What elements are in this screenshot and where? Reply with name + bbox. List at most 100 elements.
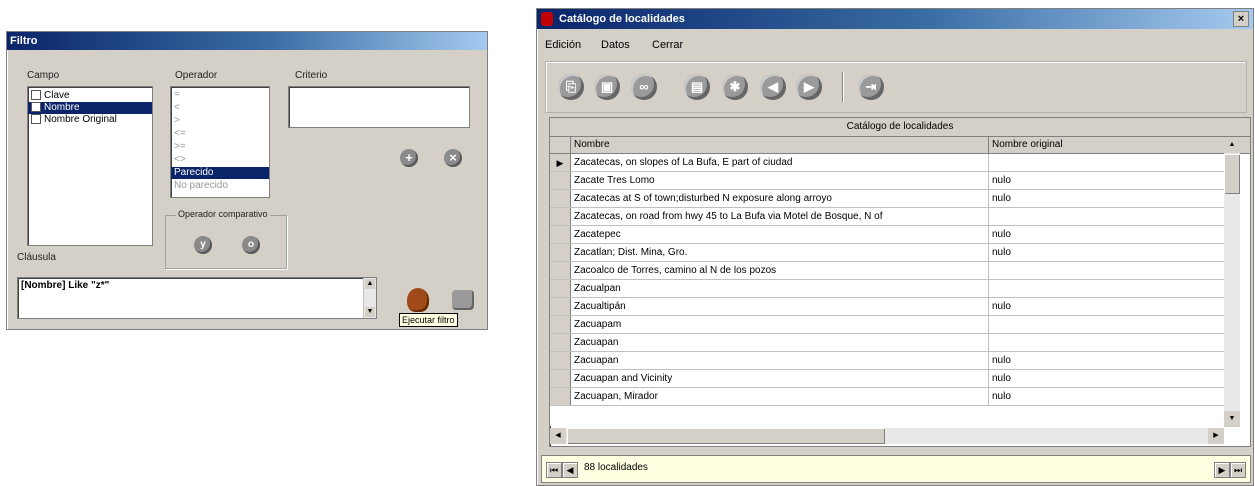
column-header-nombre[interactable]: Nombre [574, 136, 610, 154]
table-row[interactable]: Zacuapan [550, 334, 1224, 352]
checkbox[interactable] [31, 90, 41, 101]
menu-datos[interactable]: Datos [601, 39, 630, 51]
scroll-up-button[interactable]: ▲ [1224, 137, 1240, 153]
or-icon[interactable]: o [242, 236, 260, 254]
table-row[interactable]: Zacuapam [550, 316, 1224, 334]
table-row[interactable]: Zacuapan and Vicinity nulo [550, 370, 1224, 388]
vertical-scrollbar[interactable]: ▲ ▼ [1224, 137, 1240, 427]
cell-original[interactable]: nulo [992, 370, 1222, 388]
campo-item[interactable]: ✓ Nombre [28, 102, 152, 114]
save-icon[interactable]: ▣ [594, 74, 620, 100]
operador-item[interactable]: > [171, 115, 269, 127]
first-record-button[interactable]: ⏮ [546, 462, 562, 478]
close-button[interactable]: × [1233, 11, 1249, 27]
exit-icon[interactable]: ⇥ [858, 74, 884, 100]
row-indicator[interactable] [550, 190, 571, 208]
campo-item[interactable]: Nombre Original [28, 114, 152, 126]
clausula-scrollbar[interactable]: ▲ ▼ [363, 278, 376, 318]
copy-icon[interactable]: ⎘ [558, 74, 584, 100]
book-icon[interactable]: ▤ [684, 74, 710, 100]
cell-nombre[interactable]: Zacuapan and Vicinity [574, 370, 984, 388]
campo-item[interactable]: Clave [28, 90, 152, 102]
add-condition-icon[interactable]: + [400, 149, 418, 167]
back-icon[interactable]: ◀ [760, 74, 786, 100]
and-icon[interactable]: y [194, 236, 212, 254]
row-indicator[interactable] [550, 298, 571, 316]
table-row[interactable]: ▶ Zacatecas, on slopes of La Bufa, E part… [550, 154, 1224, 172]
cell-original[interactable] [992, 208, 1222, 226]
cell-original[interactable]: nulo [992, 352, 1222, 370]
next-record-button[interactable]: ▶ [1214, 462, 1230, 478]
row-indicator[interactable] [550, 334, 571, 352]
cell-original[interactable]: nulo [992, 226, 1222, 244]
table-row[interactable]: Zacuapan nulo [550, 352, 1224, 370]
filter-icon[interactable]: ✱ [722, 74, 748, 100]
menu-edicion[interactable]: Edición [545, 39, 581, 51]
row-indicator[interactable]: ▶ [550, 154, 571, 172]
exit-icon[interactable] [452, 290, 474, 310]
operador-item[interactable]: >= [171, 141, 269, 153]
checkbox[interactable]: ✓ [31, 102, 41, 113]
clausula-textarea[interactable]: [Nombre] Like "z*" ▲ ▼ [17, 277, 377, 319]
cell-nombre[interactable]: Zacatecas at S of town;disturbed N expos… [574, 190, 984, 208]
run-filter-icon[interactable] [407, 288, 429, 312]
operador-item[interactable]: Parecido [171, 167, 269, 179]
remove-condition-icon[interactable]: × [444, 149, 462, 167]
scroll-thumb[interactable] [1224, 154, 1240, 194]
cell-nombre[interactable]: Zacatecas, on road from hwy 45 to La Buf… [574, 208, 984, 226]
operador-item[interactable]: <= [171, 128, 269, 140]
operador-item[interactable]: = [171, 89, 269, 101]
link-icon[interactable]: ∞ [631, 74, 657, 100]
row-indicator[interactable] [550, 226, 571, 244]
row-indicator[interactable] [550, 280, 571, 298]
cell-nombre[interactable]: Zacuapan, Mirador [574, 388, 984, 406]
scroll-down-button[interactable]: ▼ [1224, 411, 1240, 427]
cell-original[interactable]: nulo [992, 388, 1222, 406]
row-indicator[interactable] [550, 352, 571, 370]
row-indicator[interactable] [550, 262, 571, 280]
scroll-left-button[interactable]: ◀ [550, 428, 566, 444]
horizontal-scrollbar[interactable]: ◀ ▶ [550, 428, 1224, 444]
cell-original[interactable]: nulo [992, 244, 1222, 262]
cell-original[interactable] [992, 316, 1222, 334]
prev-record-button[interactable]: ◀ [562, 462, 578, 478]
column-header-original[interactable]: Nombre original [992, 136, 1063, 154]
cell-original[interactable]: nulo [992, 190, 1222, 208]
row-indicator[interactable] [550, 244, 571, 262]
table-row[interactable]: Zacualpan [550, 280, 1224, 298]
cell-nombre[interactable]: Zacatlan; Dist. Mina, Gro. [574, 244, 984, 262]
cell-original[interactable] [992, 262, 1222, 280]
operador-item[interactable]: <> [171, 154, 269, 166]
table-row[interactable]: Zacate Tres Lomo nulo [550, 172, 1224, 190]
cell-original[interactable]: nulo [992, 172, 1222, 190]
table-row[interactable]: Zacualtipán nulo [550, 298, 1224, 316]
table-row[interactable]: Zacatlan; Dist. Mina, Gro. nulo [550, 244, 1224, 262]
checkbox[interactable] [31, 114, 41, 125]
operador-item[interactable]: < [171, 102, 269, 114]
cell-nombre[interactable]: Zacuapan [574, 334, 984, 352]
cell-original[interactable] [992, 334, 1222, 352]
table-row[interactable]: Zacatecas, on road from hwy 45 to La Buf… [550, 208, 1224, 226]
cell-nombre[interactable]: Zacualtipán [574, 298, 984, 316]
row-indicator[interactable] [550, 388, 571, 406]
table-row[interactable]: Zacuapan, Mirador nulo [550, 388, 1224, 406]
table-row[interactable]: Zacatecas at S of town;disturbed N expos… [550, 190, 1224, 208]
cell-nombre[interactable]: Zacate Tres Lomo [574, 172, 984, 190]
menu-cerrar[interactable]: Cerrar [652, 39, 683, 51]
row-indicator[interactable] [550, 370, 571, 388]
cell-original[interactable] [992, 154, 1222, 172]
last-record-button[interactable]: ⏭ [1230, 462, 1246, 478]
cell-nombre[interactable]: Zacatecas, on slopes of La Bufa, E part … [574, 154, 984, 172]
table-row[interactable]: Zacatepec nulo [550, 226, 1224, 244]
row-indicator[interactable] [550, 172, 571, 190]
campo-list[interactable]: Clave ✓ Nombre Nombre Original [27, 86, 153, 246]
scroll-right-button[interactable]: ▶ [1208, 428, 1224, 444]
criterio-input[interactable] [288, 86, 470, 128]
hscroll-thumb[interactable] [567, 428, 885, 444]
table-row[interactable]: Zacoalco de Torres, camino al N de los p… [550, 262, 1224, 280]
cell-nombre[interactable]: Zacuapan [574, 352, 984, 370]
cell-original[interactable]: nulo [992, 298, 1222, 316]
cell-nombre[interactable]: Zacualpan [574, 280, 984, 298]
operador-item[interactable]: No parecido [171, 180, 269, 192]
row-indicator[interactable] [550, 208, 571, 226]
